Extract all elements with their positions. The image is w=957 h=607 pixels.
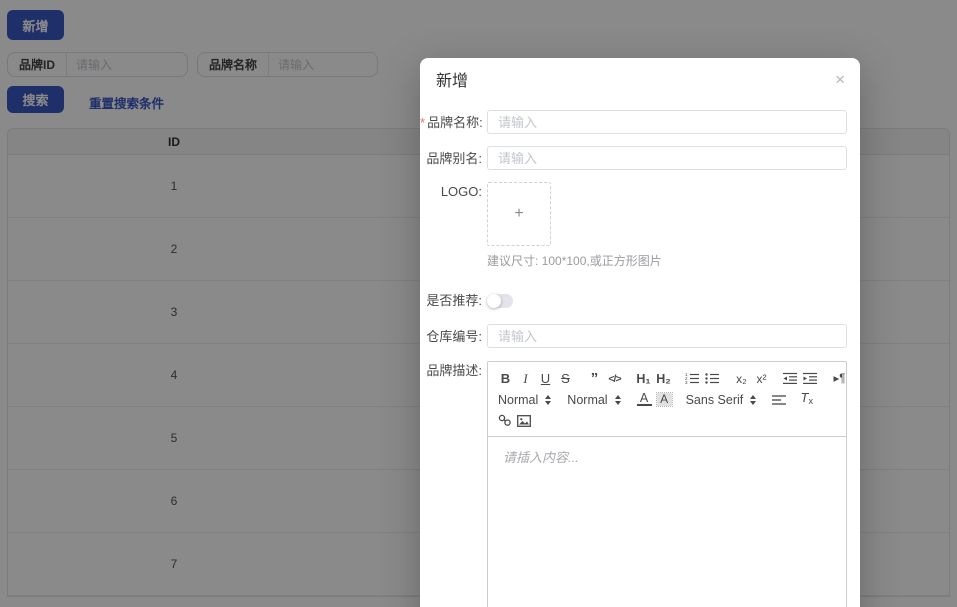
text-direction-button[interactable]: ▸¶ [832, 371, 847, 387]
brand-alias-field-row: 品牌别名: [420, 146, 860, 170]
warehouse-no-label: 仓库编号: [426, 329, 482, 344]
recommend-field-row: 是否推荐: [420, 291, 860, 308]
warehouse-no-field-row: 仓库编号: [420, 324, 860, 348]
code-block-button[interactable]: </> [607, 371, 622, 387]
toolbar-row-3 [498, 412, 836, 429]
underline-button[interactable]: U [538, 371, 553, 387]
font-picker[interactable]: Sans Serif [686, 393, 757, 407]
subscript-button[interactable]: x₂ [734, 371, 749, 387]
bullet-list-icon[interactable] [705, 372, 720, 385]
text-color-button[interactable]: A [636, 392, 652, 406]
editor-toolbar: B I U S ” </> H₁ H₂ 123 x₂ x² ▸¶ Normal … [488, 362, 846, 437]
logo-upload-box[interactable]: + [487, 182, 551, 246]
align-icon[interactable] [772, 394, 787, 406]
plus-icon: + [514, 205, 524, 222]
toolbar-row-1: B I U S ” </> H₁ H₂ 123 x₂ x² ▸¶ [498, 370, 846, 387]
recommend-toggle[interactable] [487, 294, 513, 308]
brand-alias-input[interactable] [487, 146, 847, 170]
brand-name-field-row: * 品牌名称: [420, 110, 860, 134]
brand-alias-label: 品牌别名: [426, 151, 482, 166]
toggle-knob [487, 294, 501, 308]
description-label: 品牌描述: [426, 363, 482, 378]
bold-button[interactable]: B [498, 371, 513, 387]
outdent-icon[interactable] [783, 372, 798, 385]
header-1-button[interactable]: H₁ [636, 371, 651, 387]
logo-size-hint: 建议尺寸: 100*100,或正方形图片 [487, 254, 662, 268]
background-color-button[interactable]: A [655, 392, 673, 407]
header-picker[interactable]: Normal [567, 393, 621, 407]
toolbar-row-2: Normal Normal A A Sans Serif Tx [498, 390, 836, 409]
picker-arrows-icon [614, 394, 621, 405]
strikethrough-button[interactable]: S [558, 371, 573, 387]
picker-arrows-icon [545, 394, 552, 405]
italic-button[interactable]: I [518, 371, 533, 387]
logo-field-row: LOGO: + 建议尺寸: 100*100,或正方形图片 [420, 182, 860, 269]
header-2-button[interactable]: H₂ [656, 371, 671, 387]
modal-title: 新增 [436, 73, 469, 90]
close-icon[interactable]: × [833, 69, 847, 90]
size-picker[interactable]: Normal [498, 393, 552, 407]
add-brand-form: *品牌名称: 品牌别名: LOGO: + 建议尺寸: 100*100,或正方形图… [420, 110, 860, 607]
recommend-label: 是否推荐: [426, 293, 482, 308]
warehouse-no-input[interactable] [487, 324, 847, 348]
superscript-button[interactable]: x² [754, 371, 769, 387]
logo-label: LOGO: [440, 184, 482, 199]
clean-format-button[interactable]: Tx [799, 390, 814, 409]
indent-icon[interactable] [803, 372, 818, 385]
description-field-row: 品牌描述: B I U S ” </> H₁ H₂ 1 2 3 x₂ x² ▸¶… [420, 361, 860, 607]
editor-placeholder: 请插入内容... [503, 450, 579, 465]
add-brand-modal: 新增 × *品牌名称: 品牌别名: LOGO: + 建议尺寸: 100*10 [420, 58, 860, 607]
blockquote-button[interactable]: ” [587, 371, 602, 386]
brand-name-label: * 品牌名称: [420, 115, 483, 130]
modal-header: 新增 × [420, 58, 860, 92]
image-icon[interactable] [517, 414, 531, 427]
link-icon[interactable] [498, 414, 512, 427]
editor-content-area[interactable]: 请插入内容... [488, 437, 846, 607]
rich-text-editor: B I U S ” </> H₁ H₂ 123 x₂ x² ▸¶ Normal … [487, 361, 847, 607]
svg-text:3: 3 [685, 380, 688, 385]
brand-name-input[interactable] [487, 110, 847, 134]
picker-arrows-icon [750, 394, 757, 405]
required-mark: * [420, 115, 426, 130]
ordered-list-icon[interactable]: 123 [685, 372, 700, 385]
